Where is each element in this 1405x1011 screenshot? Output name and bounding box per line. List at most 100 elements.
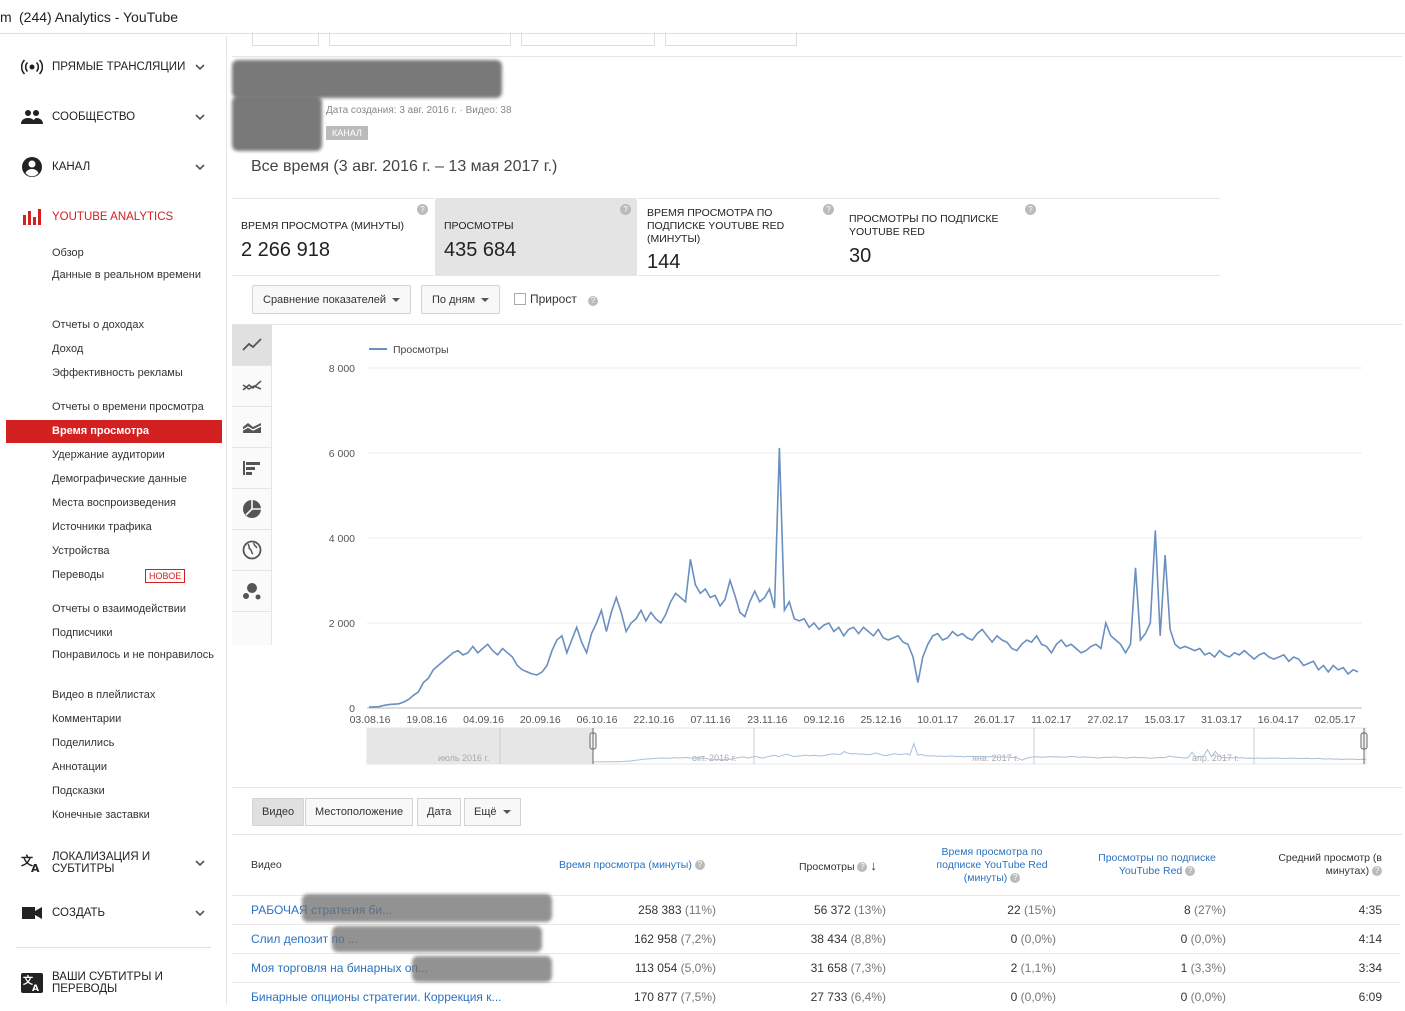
sidebar-item-watch-time[interactable]: Время просмотра: [6, 420, 222, 443]
help-icon[interactable]: ?: [1372, 866, 1382, 877]
table-row[interactable]: Моя торговля на бинарных оп... 113 054 (5…: [232, 953, 1400, 982]
help-icon[interactable]: ?: [1010, 873, 1021, 884]
column-header-watch-time[interactable]: Время просмотра (минуты) ?: [559, 859, 705, 872]
cell-percent: (27%): [1193, 903, 1226, 917]
cell-percent: (0,0%): [1020, 932, 1056, 946]
cell-percent: (11%): [684, 903, 716, 917]
sidebar-item-overview[interactable]: Обзор: [52, 245, 217, 261]
help-icon[interactable]: ?: [1025, 204, 1036, 215]
chevron-down-icon[interactable]: [194, 61, 206, 73]
help-icon[interactable]: ?: [823, 204, 834, 215]
tab-more[interactable]: Ещё: [464, 798, 521, 826]
bubble-chart-button[interactable]: [232, 571, 272, 612]
tab-location[interactable]: Местоположение: [305, 798, 414, 826]
divider: [232, 834, 1402, 835]
column-header-red-views[interactable]: Просмотры по подписке YouTube Red ?: [1082, 852, 1232, 878]
column-header-avg-view[interactable]: Средний просмотр (в минутах) ?: [1262, 852, 1382, 878]
sidebar-section-analytics[interactable]: YOUTUBE ANALYTICS: [6, 202, 222, 232]
pie-chart-button[interactable]: [232, 489, 272, 530]
sidebar-item-watch-time-reports[interactable]: Отчеты о времени просмотра: [52, 399, 217, 415]
sidebar-item-end-screens[interactable]: Конечные заставки: [52, 807, 217, 823]
sidebar-section-label: СООБЩЕСТВО: [52, 111, 136, 123]
tab-video[interactable]: Видео: [252, 798, 305, 826]
top-tab[interactable]: [521, 32, 655, 46]
top-tab[interactable]: [329, 32, 511, 46]
metric-value: 30: [849, 245, 872, 267]
sidebar-item-demographics[interactable]: Демографические данные: [52, 471, 217, 487]
cell-views: 38 434 (8,8%): [811, 932, 886, 946]
growth-checkbox[interactable]: [514, 293, 526, 305]
metric-title: ВРЕМЯ ПРОСМОТРА ПО ПОДПИСКЕ YOUTUBE RED …: [647, 207, 785, 245]
cell-value: 162 958: [633, 932, 681, 946]
chevron-down-icon[interactable]: [194, 857, 206, 869]
help-icon[interactable]: ?: [1185, 866, 1196, 877]
sidebar-item-revenue[interactable]: Доход: [52, 341, 217, 357]
sidebar-item-playlists[interactable]: Видео в плейлистах: [52, 687, 217, 703]
bubble-chart-icon: [243, 583, 261, 600]
sidebar-item-engagement-reports[interactable]: Отчеты о взаимодействии: [52, 601, 217, 617]
navigator-label: янв. 2017 г.: [972, 753, 1019, 763]
top-tab[interactable]: [252, 32, 319, 46]
column-header-views[interactable]: Просмотры ? ↓: [799, 859, 877, 874]
top-tab[interactable]: [665, 32, 797, 46]
cell-avg-view: 4:35: [1358, 903, 1382, 917]
sidebar-item-annotations[interactable]: Аннотации: [52, 759, 217, 775]
sidebar-separator: [226, 36, 227, 1005]
sidebar-item-devices[interactable]: Устройства: [52, 543, 217, 559]
bar-chart-button[interactable]: [232, 448, 272, 489]
sidebar-section-localization[interactable]: 文A ЛОКАЛИЗАЦИЯ И СУБТИТРЫ: [6, 848, 222, 878]
video-title-link[interactable]: Бинарные опционы стратегии. Коррекция к.…: [251, 990, 501, 1004]
column-header-red-watch-time[interactable]: Время просмотра по подписке YouTube Red …: [922, 846, 1062, 885]
metric-card-red-watch-time[interactable]: ВРЕМЯ ПРОСМОТРА ПО ПОДПИСКЕ YOUTUBE RED …: [638, 198, 840, 276]
sidebar-item-playback-locations[interactable]: Места воспроизведения: [52, 495, 217, 511]
line-chart-button[interactable]: [232, 325, 272, 366]
metric-card-views[interactable]: ПРОСМОТРЫ 435 684 ?: [435, 198, 637, 276]
sidebar-section-live[interactable]: ПРЯМЫЕ ТРАНСЛЯЦИИ: [6, 52, 222, 82]
help-icon[interactable]: ?: [588, 296, 598, 306]
cell-percent: (0,0%): [1190, 990, 1226, 1004]
chevron-down-icon[interactable]: [194, 161, 206, 173]
sidebar-item-subscribers[interactable]: Подписчики: [52, 625, 217, 641]
pie-chart-icon: [243, 500, 261, 518]
tab-more-label: Ещё: [474, 806, 497, 818]
sidebar-item-translations[interactable]: Переводы: [52, 567, 217, 583]
period-button[interactable]: По дням: [421, 285, 501, 314]
sidebar-item-audience-retention[interactable]: Удержание аудитории: [52, 447, 217, 463]
area-chart-button[interactable]: [232, 407, 272, 448]
chevron-down-icon[interactable]: [194, 907, 206, 919]
sidebar-item-revenue-reports[interactable]: Отчеты о доходах: [52, 317, 217, 333]
metric-value: 2 266 918: [241, 239, 330, 261]
sidebar-item-realtime[interactable]: Данные в реальном времени: [52, 267, 217, 283]
help-icon[interactable]: ?: [857, 862, 868, 873]
help-icon[interactable]: ?: [417, 204, 428, 215]
sidebar-item-comments[interactable]: Комментарии: [52, 711, 217, 727]
tab-date[interactable]: Дата: [417, 798, 462, 826]
multi-line-button[interactable]: [232, 366, 272, 407]
metric-card-watch-time[interactable]: ВРЕМЯ ПРОСМОТРА (МИНУТЫ) 2 266 918 ?: [232, 198, 434, 276]
cell-percent: (7,5%): [680, 990, 716, 1004]
cell-percent: (15%): [1023, 903, 1056, 917]
compare-metrics-button[interactable]: Сравнение показателей: [252, 285, 411, 314]
y-tick-label: 2 000: [329, 618, 355, 630]
chevron-down-icon[interactable]: [194, 111, 206, 123]
sidebar-section-your-subtitles[interactable]: 文A ВАШИ СУБТИТРЫ И ПЕРЕВОДЫ: [6, 968, 222, 998]
title-prefix: m: [0, 9, 12, 25]
video-title-link[interactable]: Моя торговля на бинарных оп...: [251, 961, 428, 975]
sidebar-item-sharing[interactable]: Поделились: [52, 735, 217, 751]
map-button[interactable]: [232, 530, 272, 571]
help-icon[interactable]: ?: [694, 860, 705, 871]
sidebar-section-channel[interactable]: КАНАЛ: [6, 152, 222, 182]
chart-navigator[interactable]: июль 2016 г. окт. 2016 г. янв. 2017 г. апр.…: [272, 718, 1402, 778]
sidebar-item-ad-performance[interactable]: Эффективность рекламы: [52, 365, 217, 381]
sidebar-item-traffic-sources[interactable]: Источники трафика: [52, 519, 217, 535]
metric-card-red-views[interactable]: ПРОСМОТРЫ ПО ПОДПИСКЕ YOUTUBE RED 30 ?: [840, 198, 1042, 276]
sidebar-item-cards[interactable]: Подсказки: [52, 783, 217, 799]
cell-value: 2: [1010, 961, 1021, 975]
sidebar-item-likes[interactable]: Понравилось и не понравилось: [52, 647, 217, 663]
column-header-video[interactable]: Видео: [251, 859, 282, 872]
sidebar-section-community[interactable]: СООБЩЕСТВО: [6, 102, 222, 132]
help-icon[interactable]: ?: [620, 204, 631, 215]
sidebar-section-create[interactable]: СОЗДАТЬ: [6, 898, 222, 928]
cell-value: 170 877: [633, 990, 681, 1004]
table-row[interactable]: Бинарные опционы стратегии. Коррекция к.…: [232, 982, 1400, 1011]
